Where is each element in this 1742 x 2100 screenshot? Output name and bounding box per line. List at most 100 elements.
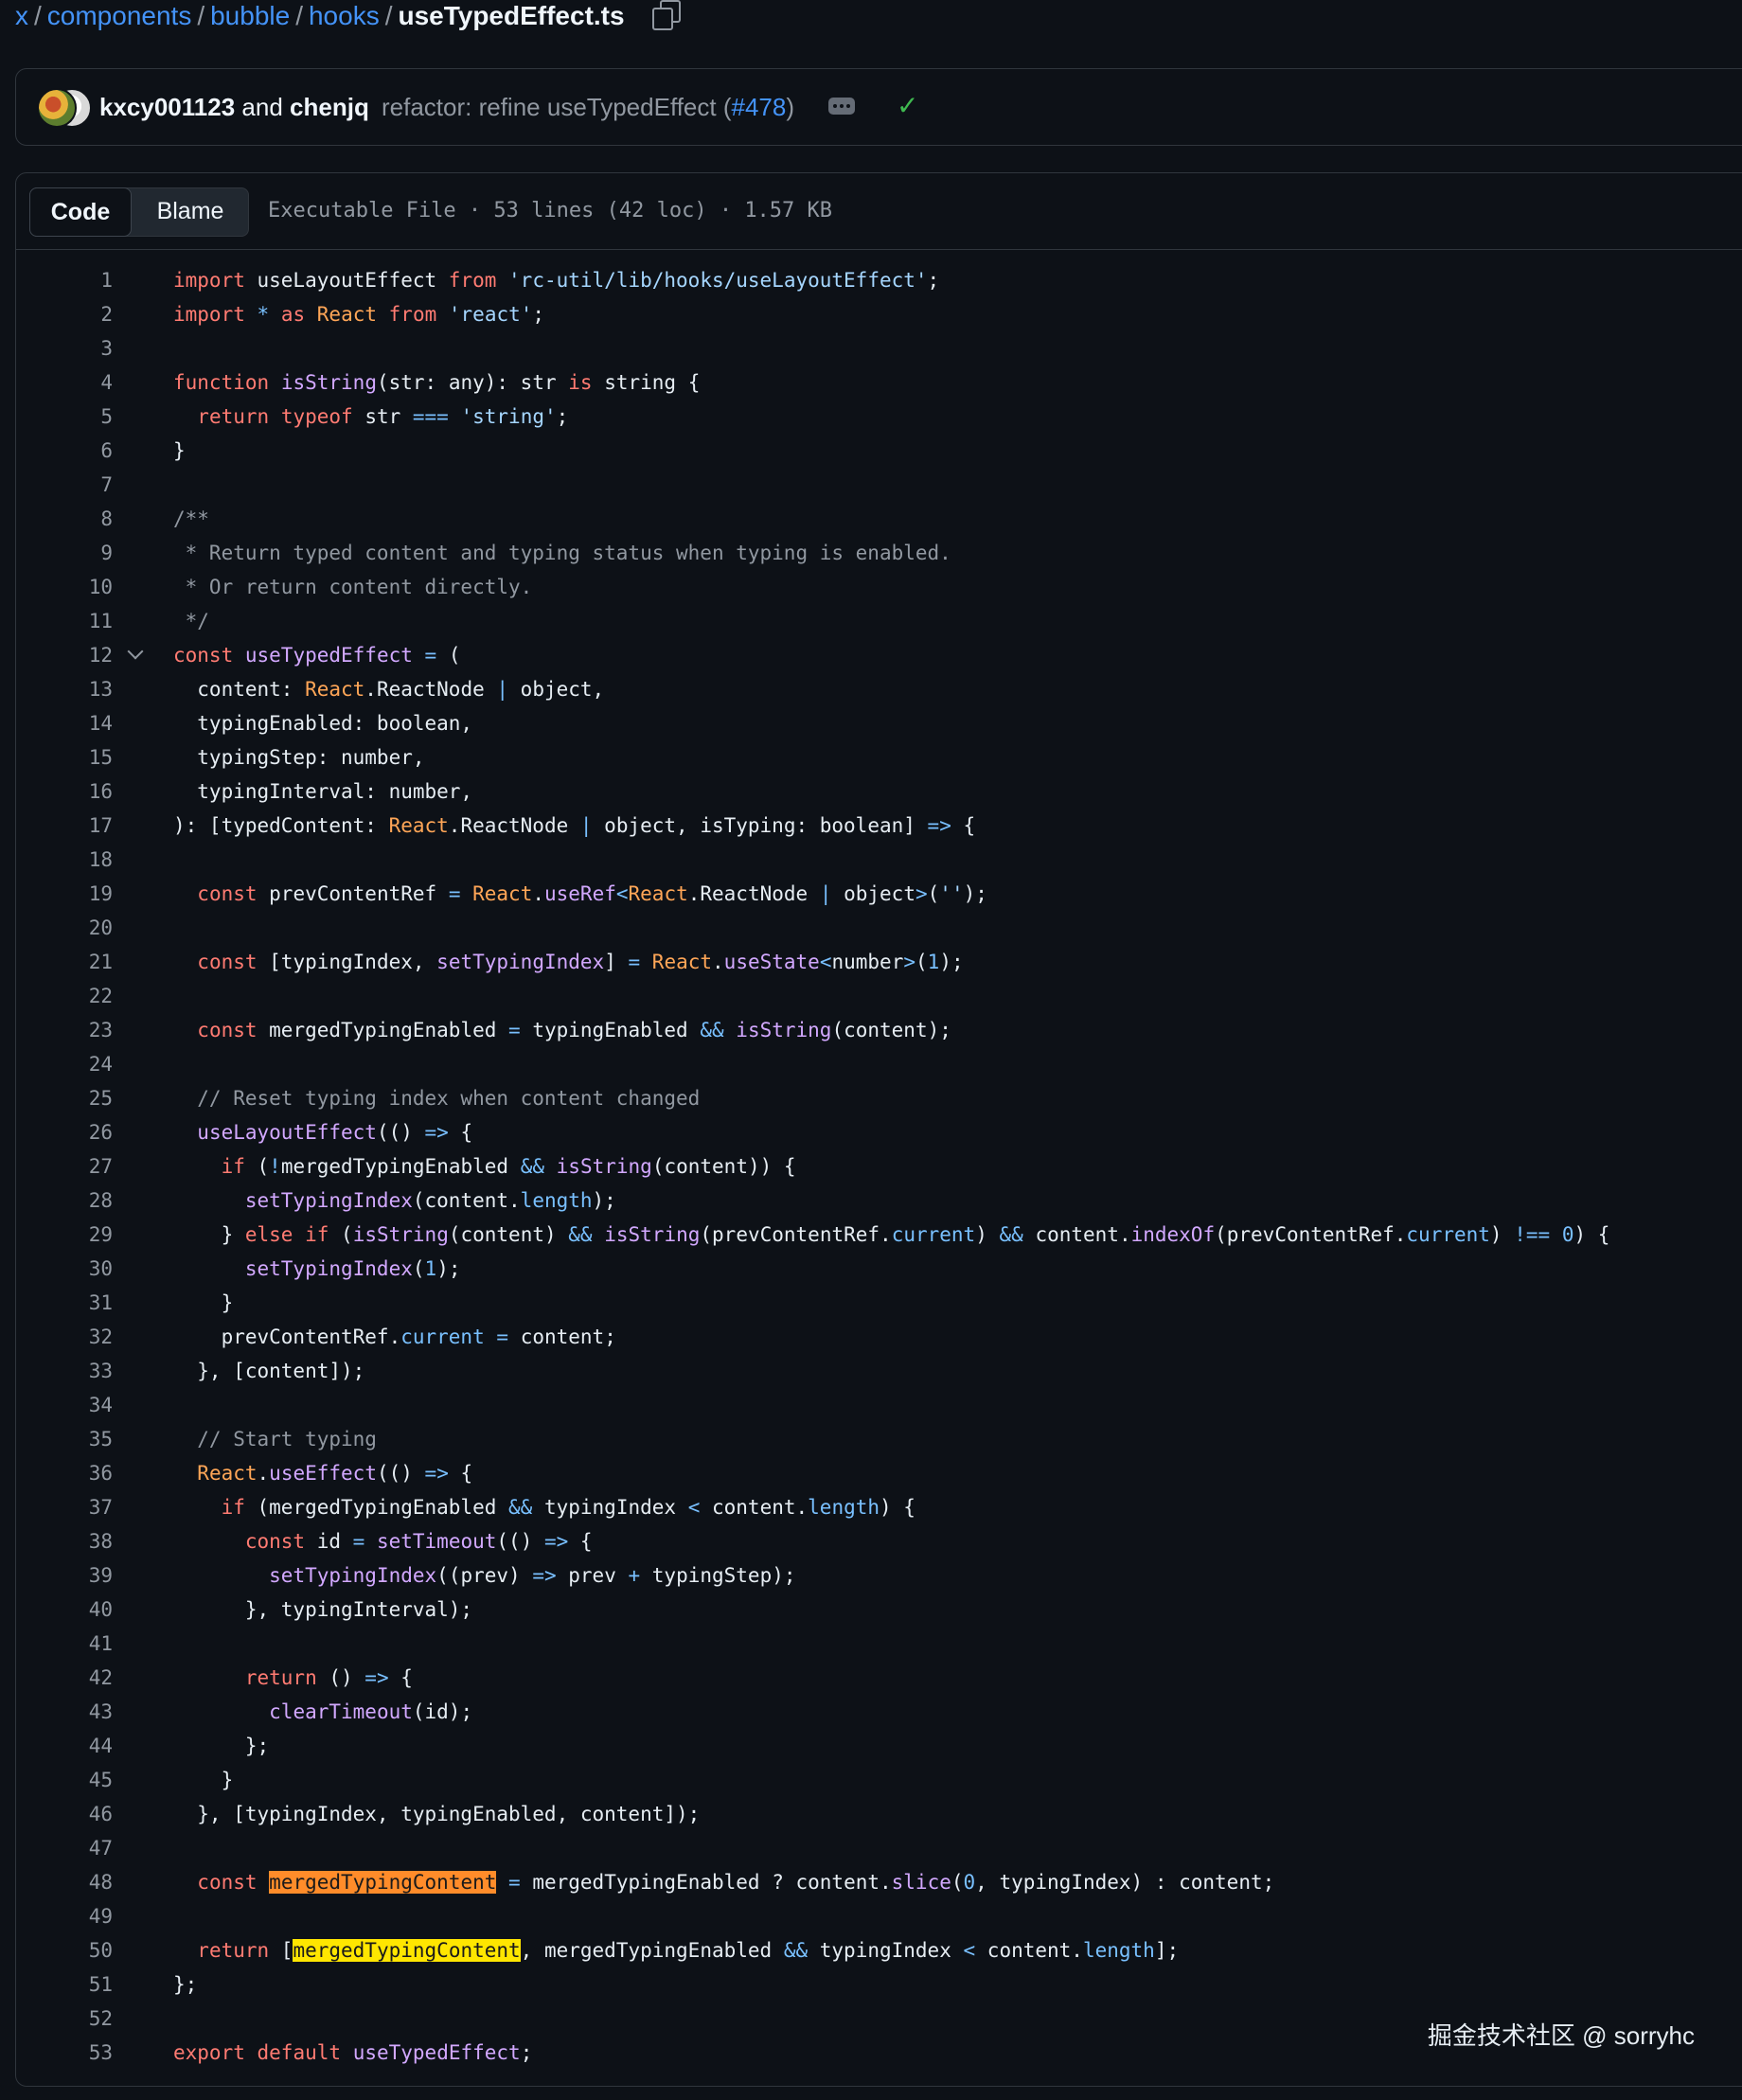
code-line: 42 return () => { — [16, 1661, 1742, 1695]
code-text: import * as React from 'react'; — [173, 303, 545, 326]
line-number[interactable]: 25 — [16, 1081, 113, 1115]
line-number[interactable]: 43 — [16, 1695, 113, 1729]
line-number[interactable]: 38 — [16, 1524, 113, 1558]
line-number[interactable]: 14 — [16, 706, 113, 740]
code-line: 48 const mergedTypingContent = mergedTyp… — [16, 1865, 1742, 1899]
line-number[interactable]: 37 — [16, 1490, 113, 1524]
code-line: 31 } — [16, 1286, 1742, 1320]
breadcrumb-link-components[interactable]: components — [47, 1, 192, 30]
code-line: 34 — [16, 1388, 1742, 1422]
code-text: content: React.ReactNode | object, — [173, 678, 605, 701]
line-number[interactable]: 21 — [16, 945, 113, 979]
line-number[interactable]: 3 — [16, 331, 113, 365]
line-number[interactable]: 31 — [16, 1286, 113, 1320]
line-number[interactable]: 26 — [16, 1115, 113, 1149]
code-line: 4 function isString(str: any): str is str… — [16, 365, 1742, 400]
line-number[interactable]: 50 — [16, 1933, 113, 1967]
code-text: */ — [173, 610, 209, 632]
line-number[interactable]: 8 — [16, 502, 113, 536]
code-line: 1 import useLayoutEffect from 'rc-util/li… — [16, 263, 1742, 297]
file-info: Executable File · 53 lines (42 loc) · 1.… — [268, 199, 833, 222]
line-number[interactable]: 23 — [16, 1013, 113, 1047]
line-number[interactable]: 42 — [16, 1661, 113, 1695]
line-number[interactable]: 7 — [16, 468, 113, 502]
code-text: clearTimeout(id); — [269, 1700, 473, 1723]
line-number[interactable]: 30 — [16, 1252, 113, 1286]
line-number[interactable]: 20 — [16, 911, 113, 945]
line-number[interactable]: 18 — [16, 843, 113, 877]
line-number[interactable]: 39 — [16, 1558, 113, 1593]
line-number[interactable]: 16 — [16, 774, 113, 809]
tab-code[interactable]: Code — [29, 187, 132, 237]
line-number[interactable]: 32 — [16, 1320, 113, 1354]
line-number[interactable]: 52 — [16, 2002, 113, 2036]
code-line: 35 // Start typing — [16, 1422, 1742, 1456]
line-number[interactable]: 36 — [16, 1456, 113, 1490]
line-number[interactable]: 53 — [16, 2036, 113, 2070]
code-line: 41 — [16, 1627, 1742, 1661]
line-number[interactable]: 12 — [16, 638, 113, 672]
breadcrumb-link-bubble[interactable]: bubble — [210, 1, 290, 30]
breadcrumb-separator: / — [295, 1, 303, 30]
line-number[interactable]: 15 — [16, 740, 113, 774]
line-number[interactable]: 6 — [16, 434, 113, 468]
line-number[interactable]: 34 — [16, 1388, 113, 1422]
line-number[interactable]: 51 — [16, 1967, 113, 2002]
expand-commit-button[interactable] — [828, 98, 855, 115]
line-number[interactable]: 41 — [16, 1627, 113, 1661]
line-number[interactable]: 13 — [16, 672, 113, 706]
commit-message[interactable]: refactor: refine useTypedEffect (#478) — [382, 69, 794, 145]
breadcrumb-link-hooks[interactable]: hooks — [309, 1, 380, 30]
code-line: 14 typingEnabled: boolean, — [16, 706, 1742, 740]
avatar[interactable] — [37, 88, 77, 128]
line-number[interactable]: 44 — [16, 1729, 113, 1763]
line-number[interactable]: 24 — [16, 1047, 113, 1081]
line-number[interactable]: 45 — [16, 1763, 113, 1797]
code-line: 11 */ — [16, 604, 1742, 638]
line-number[interactable]: 28 — [16, 1183, 113, 1218]
line-number[interactable]: 9 — [16, 536, 113, 570]
check-icon[interactable]: ✓ — [897, 90, 918, 122]
line-number[interactable]: 48 — [16, 1865, 113, 1899]
commit-message-end: ) — [786, 93, 794, 121]
author-link[interactable]: chenjq — [290, 93, 369, 121]
tab-blame[interactable]: Blame — [134, 188, 246, 234]
fold-chevron-icon[interactable] — [127, 643, 144, 660]
pull-request-link[interactable]: #478 — [731, 93, 786, 121]
line-number[interactable]: 5 — [16, 400, 113, 434]
line-number[interactable]: 11 — [16, 604, 113, 638]
code-line: 33 }, [content]); — [16, 1354, 1742, 1388]
line-number[interactable]: 4 — [16, 365, 113, 400]
line-number[interactable]: 33 — [16, 1354, 113, 1388]
line-number[interactable]: 17 — [16, 809, 113, 843]
code-line: 30 setTypingIndex(1); — [16, 1252, 1742, 1286]
line-number[interactable]: 47 — [16, 1831, 113, 1865]
code-line: 49 — [16, 1899, 1742, 1933]
code-text: typingInterval: number, — [173, 780, 473, 803]
line-number[interactable]: 10 — [16, 570, 113, 604]
authors-conjunction: and — [241, 93, 283, 121]
breadcrumb-link-repo[interactable]: x — [15, 1, 28, 30]
code-line: 13 content: React.ReactNode | object, — [16, 672, 1742, 706]
line-number[interactable]: 49 — [16, 1899, 113, 1933]
line-number[interactable]: 1 — [16, 263, 113, 297]
code-line: 38 const id = setTimeout(() => { — [16, 1524, 1742, 1558]
code-line: 22 — [16, 979, 1742, 1013]
commit-message-text[interactable]: refactor: refine useTypedEffect ( — [382, 93, 731, 121]
line-number[interactable]: 19 — [16, 877, 113, 911]
line-number[interactable]: 46 — [16, 1797, 113, 1831]
copy-path-icon[interactable] — [652, 0, 682, 30]
line-number[interactable]: 2 — [16, 297, 113, 331]
line-number[interactable]: 29 — [16, 1218, 113, 1252]
code-text: } — [173, 439, 186, 462]
line-number[interactable]: 40 — [16, 1593, 113, 1627]
code-text: return typeof str === 'string'; — [197, 405, 569, 428]
code-line: 51}; — [16, 1967, 1742, 2002]
code-line: 36 React.useEffect(() => { — [16, 1456, 1742, 1490]
author-avatars[interactable] — [37, 88, 92, 128]
line-number[interactable]: 35 — [16, 1422, 113, 1456]
line-number[interactable]: 27 — [16, 1149, 113, 1183]
code-line: 43 clearTimeout(id); — [16, 1695, 1742, 1729]
author-link[interactable]: kxcy001123 — [99, 93, 235, 121]
line-number[interactable]: 22 — [16, 979, 113, 1013]
